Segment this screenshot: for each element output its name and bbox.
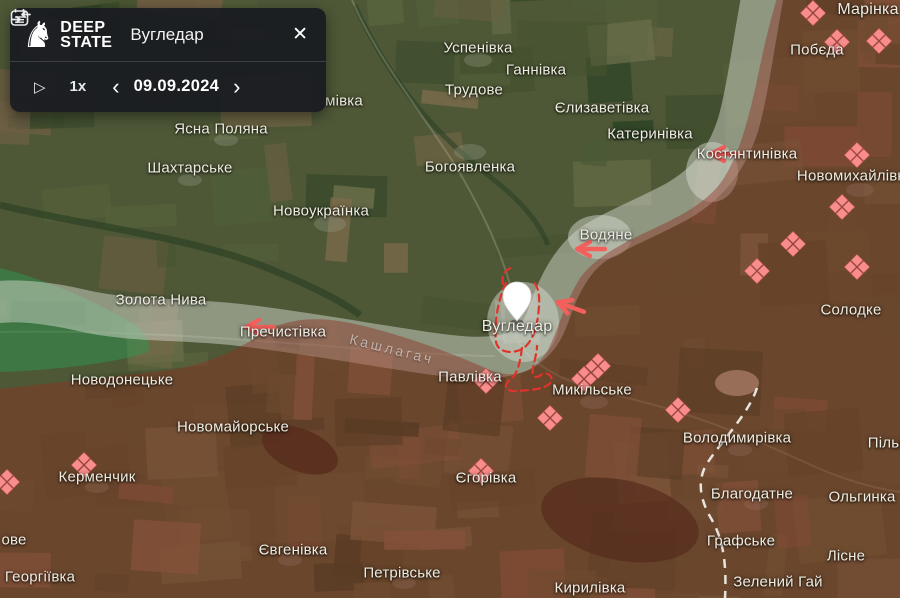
brand-wordmark: DEEP STATE (60, 20, 112, 50)
date-display[interactable]: 09.09.2024 (134, 77, 220, 96)
speed-button[interactable]: 1x (70, 78, 87, 95)
close-icon[interactable]: ✕ (288, 21, 312, 48)
play-button[interactable]: ▷ (34, 78, 46, 96)
deepstate-panel: ♞ DEEP STATE Вугледар ✕ ▷ 1x ‹ 09.09.202… (10, 8, 326, 112)
next-date-button[interactable]: › (233, 77, 240, 97)
panel-search-row: ♞ DEEP STATE Вугледар ✕ (10, 8, 326, 61)
prev-date-button[interactable]: ‹ (112, 77, 119, 97)
timeline-controls: ▷ 1x ‹ 09.09.2024 › (10, 62, 326, 111)
deepstate-map-app: Кашлагач МарінкаУспенівкаГаннівкаПобєдаТ… (0, 0, 900, 598)
search-input[interactable]: Вугледар (130, 25, 288, 45)
